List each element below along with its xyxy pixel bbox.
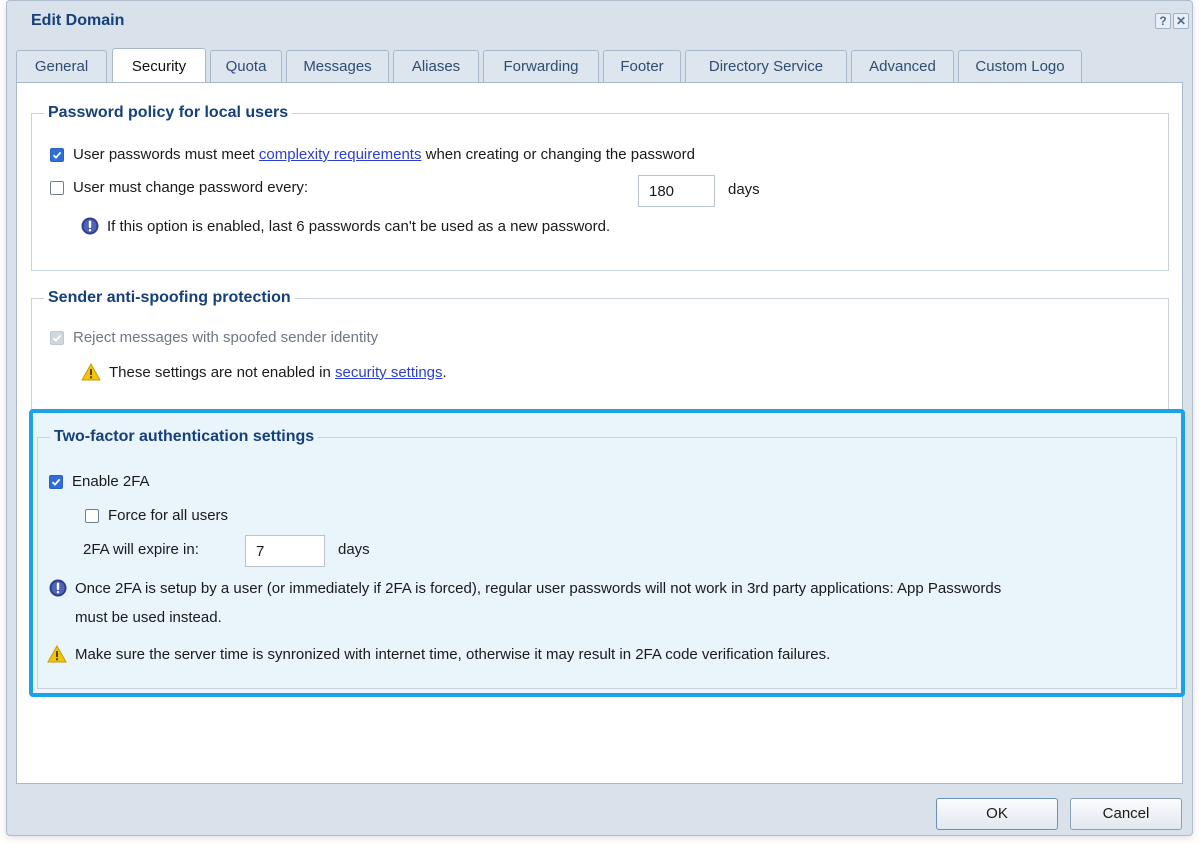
tab-security[interactable]: Security (112, 48, 206, 84)
complexity-checkbox[interactable] (50, 147, 64, 162)
2fa-expire-unit: days (338, 541, 370, 558)
password-change-days-input[interactable] (638, 175, 715, 207)
two-factor-highlight: Two-factor authentication settings Enabl… (29, 409, 1185, 697)
2fa-info-text-line1: Once 2FA is setup by a user (or immediat… (75, 579, 1002, 597)
force-all-users-label: Force for all users (108, 507, 229, 524)
enable-2fa-label: Enable 2FA (72, 473, 150, 490)
cancel-button[interactable]: Cancel (1070, 798, 1182, 830)
change-password-row: User must change password every: (50, 179, 308, 196)
edit-domain-dialog: Edit Domain ? ✕ General Security Quota M… (6, 0, 1193, 836)
security-settings-link[interactable]: security settings (335, 364, 443, 381)
anti-spoofing-warning-text: These settings are not enabled in (109, 363, 335, 381)
info-circle-icon (81, 217, 99, 235)
tab-footer[interactable]: Footer (603, 50, 681, 83)
tab-advanced[interactable]: Advanced (851, 50, 954, 83)
anti-spoofing-legend: Sender anti-spoofing protection (44, 288, 295, 308)
reject-spoofed-checkbox (50, 330, 64, 345)
help-icon[interactable]: ? (1155, 13, 1171, 29)
2fa-expire-days-input[interactable] (245, 535, 325, 567)
tab-custom-logo[interactable]: Custom Logo (958, 50, 1082, 83)
checkmark-icon (52, 151, 62, 159)
reject-spoofed-row: Reject messages with spoofed sender iden… (50, 329, 378, 346)
warning-triangle-icon (81, 363, 101, 381)
complexity-row: User passwords must meet complexity requ… (50, 146, 695, 163)
change-password-checkbox[interactable] (50, 180, 64, 195)
two-factor-legend: Two-factor authentication settings (50, 427, 319, 447)
tab-general[interactable]: General (16, 50, 107, 83)
force-all-users-row: Force for all users (85, 507, 228, 524)
enable-2fa-row: Enable 2FA (49, 473, 150, 490)
change-password-label: User must change password every: (73, 179, 309, 196)
tab-directory-service[interactable]: Directory Service (685, 50, 847, 83)
tab-forwarding[interactable]: Forwarding (483, 50, 599, 83)
2fa-warning-row: Make sure the server time is synronized … (47, 645, 830, 663)
complexity-label-start: User passwords must meet (73, 146, 259, 163)
ok-button[interactable]: OK (936, 798, 1058, 830)
2fa-warning-text: Make sure the server time is synronized … (75, 645, 831, 663)
info-circle-icon (49, 579, 67, 597)
2fa-info-text-line2: must be used instead. (75, 609, 222, 626)
checkmark-icon (51, 478, 61, 486)
password-history-info: If this option is enabled, last 6 passwo… (81, 217, 610, 235)
password-change-days-unit: days (728, 181, 760, 198)
reject-spoofed-label: Reject messages with spoofed sender iden… (73, 329, 379, 346)
force-all-users-checkbox[interactable] (85, 508, 99, 523)
tab-messages[interactable]: Messages (286, 50, 389, 83)
close-icon[interactable]: ✕ (1173, 13, 1189, 29)
dialog-title: Edit Domain (31, 12, 125, 29)
anti-spoofing-warning-end: . (442, 363, 447, 381)
password-history-text: If this option is enabled, last 6 passwo… (107, 217, 611, 235)
dialog-titlebar: Edit Domain ? ✕ (7, 1, 1192, 43)
enable-2fa-checkbox[interactable] (49, 474, 63, 489)
anti-spoofing-warning: These settings are not enabled in securi… (81, 363, 447, 381)
tab-aliases[interactable]: Aliases (393, 50, 479, 83)
checkmark-icon (52, 334, 62, 342)
tab-quota[interactable]: Quota (210, 50, 282, 83)
complexity-requirements-link[interactable]: complexity requirements (259, 146, 422, 163)
2fa-expire-label: 2FA will expire in: (83, 541, 199, 558)
complexity-label-end: when creating or changing the password (421, 146, 695, 163)
warning-triangle-icon (47, 645, 67, 663)
password-policy-legend: Password policy for local users (44, 103, 293, 123)
2fa-info-row: Once 2FA is setup by a user (or immediat… (49, 579, 1001, 597)
